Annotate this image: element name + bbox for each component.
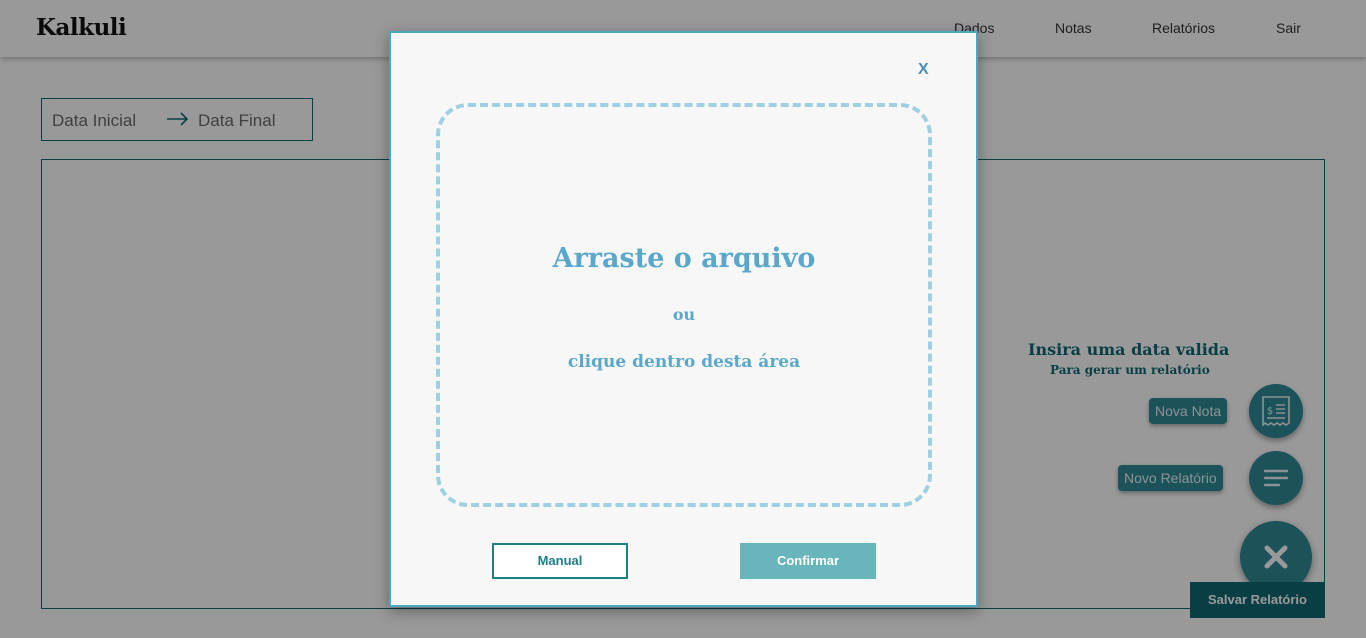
confirm-button[interactable]: Confirmar bbox=[740, 543, 876, 579]
dropzone-click-hint: clique dentro desta área bbox=[567, 352, 801, 372]
file-dropzone[interactable]: Arraste o arquivo ou clique dentro desta… bbox=[436, 103, 932, 507]
dropzone-or: ou bbox=[672, 305, 696, 324]
upload-modal: X Arraste o arquivo ou clique dentro des… bbox=[389, 31, 978, 607]
dropzone-title: Arraste o arquivo bbox=[552, 243, 816, 274]
manual-button[interactable]: Manual bbox=[492, 543, 628, 579]
modal-close-button[interactable]: X bbox=[918, 61, 929, 79]
